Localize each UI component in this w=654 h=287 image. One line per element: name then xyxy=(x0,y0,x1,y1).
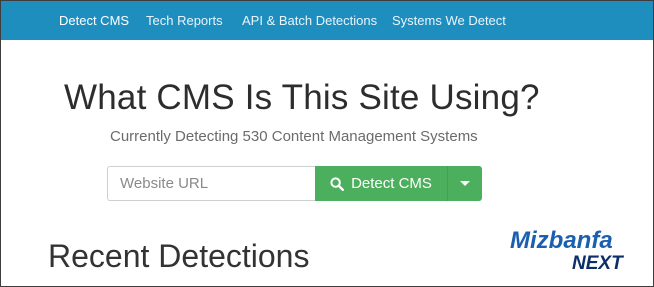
top-navbar: Detect CMS Tech Reports API & Batch Dete… xyxy=(1,1,653,40)
nav-tech-reports[interactable]: Tech Reports xyxy=(146,1,223,40)
logo-wordmark: Mizbanfa xyxy=(510,227,613,254)
recent-detections-heading: Recent Detections xyxy=(48,238,310,274)
detect-options-dropdown[interactable] xyxy=(447,166,482,201)
nav-api-batch-detections[interactable]: API & Batch Detections xyxy=(242,1,377,40)
search-icon xyxy=(330,176,345,191)
nav-systems-we-detect[interactable]: Systems We Detect xyxy=(392,1,506,40)
nav-detect-cms[interactable]: Detect CMS xyxy=(59,1,129,40)
logo-next: NEXT xyxy=(572,253,624,274)
mizbanfa-logo: Mizbanfa NEXT xyxy=(508,224,644,274)
caret-down-icon xyxy=(460,181,470,186)
page-title: What CMS Is This Site Using? xyxy=(64,78,540,117)
detect-cms-button[interactable]: Detect CMS xyxy=(315,166,447,201)
page-subtitle: Currently Detecting 530 Content Manageme… xyxy=(110,128,478,145)
website-url-input[interactable] xyxy=(107,166,315,201)
detect-cms-label: Detect CMS xyxy=(351,175,432,192)
